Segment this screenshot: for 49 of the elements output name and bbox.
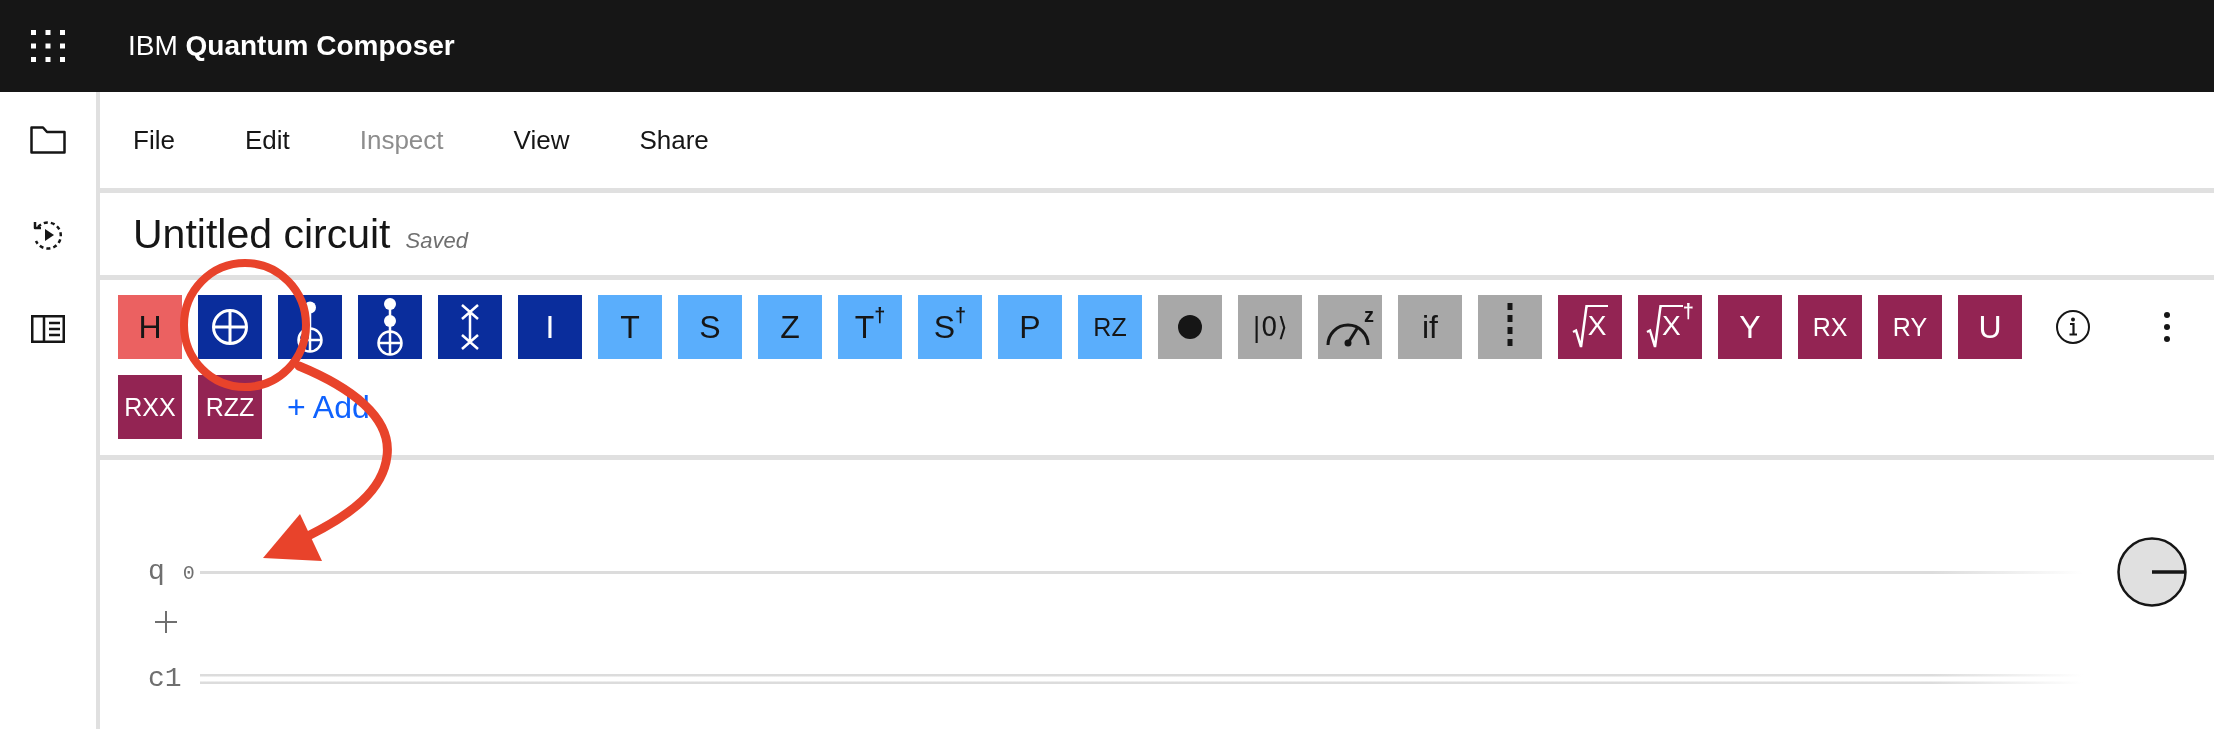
gate-button[interactable]: T: [598, 295, 662, 359]
app-title: IBM Quantum Composer: [128, 29, 455, 63]
gate-button[interactable]: |0⟩: [1238, 295, 1302, 359]
save-status: Saved: [405, 229, 468, 252]
info-icon[interactable]: [2056, 310, 2090, 344]
menu-item[interactable]: Edit: [244, 120, 290, 160]
gate-button[interactable]: RX: [1798, 295, 1862, 359]
gate-button[interactable]: RXX: [118, 375, 182, 439]
gate-button[interactable]: if: [1398, 295, 1462, 359]
gate-button[interactable]: I: [518, 295, 582, 359]
control-target-icon: [297, 301, 323, 353]
radical-icon: [1571, 305, 1588, 349]
gate-button[interactable]: [358, 295, 422, 359]
qubit-label: q: [148, 558, 165, 586]
gate-button[interactable]: S: [678, 295, 742, 359]
gate-button[interactable]: U: [1958, 295, 2022, 359]
grid-menu-icon[interactable]: [31, 30, 65, 62]
target-icon: [212, 309, 248, 345]
circular-arrow-play-icon[interactable]: [32, 219, 64, 251]
gate-button[interactable]: Z: [758, 295, 822, 359]
gate-button[interactable]: [198, 295, 262, 359]
gate-button[interactable]: S†: [918, 295, 982, 359]
gate-button[interactable]: [1158, 295, 1222, 359]
side-panel-icon[interactable]: [31, 315, 65, 343]
menu-item[interactable]: View: [513, 120, 570, 160]
gate-button[interactable]: X†: [1638, 295, 1702, 359]
gate-button[interactable]: [438, 295, 502, 359]
dot-icon: [1178, 315, 1202, 339]
gate-button[interactable]: H: [118, 295, 182, 359]
folder-icon[interactable]: [30, 125, 66, 155]
radical-icon: [1646, 305, 1663, 349]
gate-button[interactable]: X: [1558, 295, 1622, 359]
gate-button[interactable]: [1478, 295, 1542, 359]
circuit-title[interactable]: Untitled circuit: [133, 213, 391, 255]
double-control-target-icon: [377, 298, 403, 356]
gate-button[interactable]: RY: [1878, 295, 1942, 359]
gate-button[interactable]: z: [1318, 295, 1382, 359]
phase-disk-icon[interactable]: [2117, 537, 2187, 607]
gate-button[interactable]: P: [998, 295, 1062, 359]
gate-button[interactable]: RZ: [1078, 295, 1142, 359]
menu-item[interactable]: File: [133, 120, 175, 160]
qubit-index: 0: [182, 564, 195, 584]
gate-button[interactable]: T†: [838, 295, 902, 359]
menu-item[interactable]: Share: [639, 120, 709, 160]
plus-icon[interactable]: [155, 611, 177, 633]
swap-icon: [459, 302, 481, 352]
classical-register-label: c1: [148, 665, 183, 693]
overflow-menu-icon[interactable]: [2164, 312, 2170, 342]
gate-button[interactable]: Y: [1718, 295, 1782, 359]
